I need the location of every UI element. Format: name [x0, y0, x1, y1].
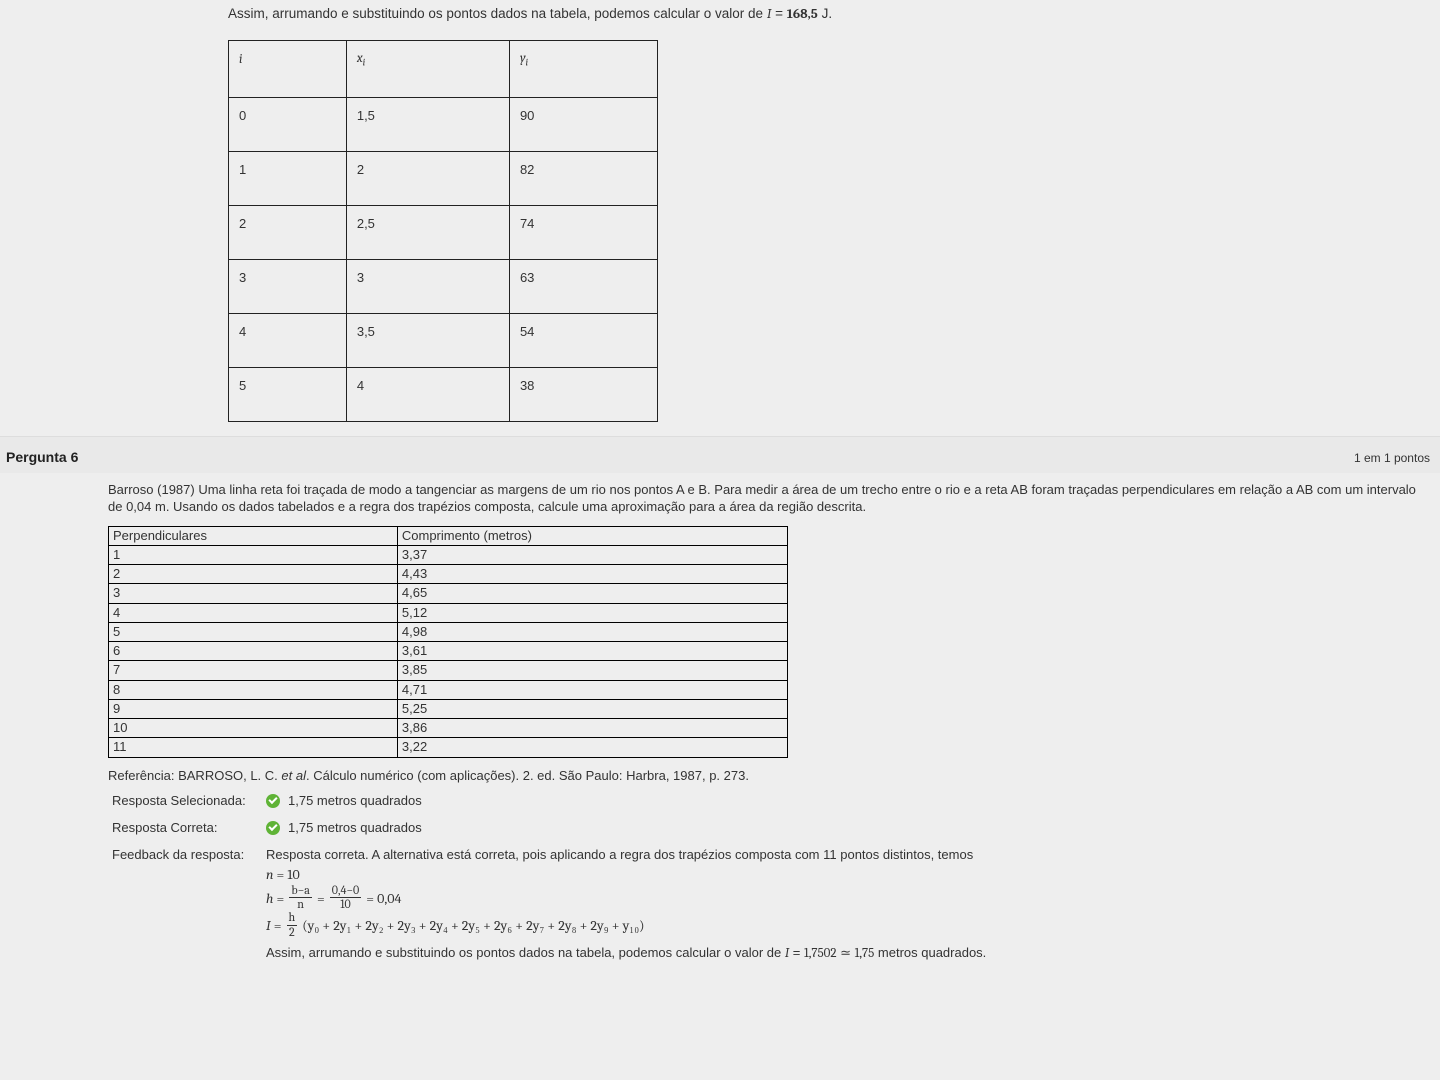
- intro-text: Assim, arrumando e substituindo os ponto…: [228, 6, 767, 21]
- table-row: 43,554: [229, 313, 658, 367]
- equals-sign: =: [775, 6, 787, 21]
- integral-result-sentence: Assim, arrumando e substituindo os ponto…: [228, 6, 1440, 22]
- table-row: 3363: [229, 259, 658, 313]
- math-line-I: I = h2 (y₀ + 2y₁ + 2y₂ + 2y₃ + 2y₄ + 2y₅…: [266, 913, 1432, 940]
- question-prompt: Barroso (1987) Uma linha reta foi traçad…: [108, 481, 1428, 516]
- question-6-header: Pergunta 6 1 em 1 pontos: [0, 436, 1440, 473]
- table-row: 54,98: [109, 622, 788, 641]
- feedback-math: n = 10 h = b−an = 0,4−010 = 0,04 I = h2 …: [266, 862, 1432, 965]
- prev-question-feedback-tail: Assim, arrumando e substituindo os ponto…: [0, 0, 1440, 436]
- feedback-intro: Resposta correta. A alternativa está cor…: [266, 847, 1432, 862]
- table-row: 63,61: [109, 642, 788, 661]
- answer-block: Resposta Selecionada: 1,75 metros quadra…: [112, 793, 1432, 965]
- symbol-I: I: [767, 7, 771, 22]
- col-yi: yi: [509, 41, 657, 98]
- table-row: 34,65: [109, 584, 788, 603]
- col-comprimento: Comprimento (metros): [397, 526, 787, 545]
- table-row: 84,71: [109, 680, 788, 699]
- math-line-h: h = b−an = 0,4−010 = 0,04: [266, 886, 1432, 913]
- check-circle-icon: [266, 794, 280, 808]
- selected-answer-label: Resposta Selecionada:: [112, 793, 262, 808]
- table-row: 45,12: [109, 603, 788, 622]
- table-row: 1282: [229, 151, 658, 205]
- col-perpendiculares: Perpendiculares: [109, 526, 398, 545]
- table-header-row: Perpendiculares Comprimento (metros): [109, 526, 788, 545]
- question-points: 1 em 1 pontos: [1354, 451, 1434, 465]
- table-row: 13,37: [109, 545, 788, 564]
- question-title: Pergunta 6: [6, 449, 78, 465]
- xi-yi-table: i xi yi 01,590 1282 22,574 3363 43,554 5…: [228, 40, 658, 422]
- col-xi: xi: [346, 41, 509, 98]
- table-row: 95,25: [109, 699, 788, 718]
- integral-value: 168,5: [787, 7, 818, 22]
- table-row: 22,574: [229, 205, 658, 259]
- table-row: 5438: [229, 367, 658, 421]
- table-row: 113,22: [109, 738, 788, 757]
- math-line-n: n = 10: [266, 864, 1432, 886]
- feedback-label: Feedback da resposta:: [112, 847, 262, 965]
- table-row: 01,590: [229, 97, 658, 151]
- question-6-body: Barroso (1987) Uma linha reta foi traçad…: [0, 473, 1440, 973]
- feedback-content: Resposta correta. A alternativa está cor…: [266, 847, 1432, 965]
- perpendiculares-table: Perpendiculares Comprimento (metros) 13,…: [108, 526, 788, 758]
- table-row: 24,43: [109, 565, 788, 584]
- table-header-row: i xi yi: [229, 41, 658, 98]
- check-circle-icon: [266, 821, 280, 835]
- selected-answer-value: 1,75 metros quadrados: [266, 793, 1432, 808]
- correct-answer-label: Resposta Correta:: [112, 820, 262, 835]
- col-i: i: [229, 41, 347, 98]
- reference-citation: Referência: BARROSO, L. C. et al. Cálcul…: [108, 768, 1432, 783]
- unit-J: J.: [822, 6, 833, 21]
- table-row: 103,86: [109, 719, 788, 738]
- feedback-final-sentence: Assim, arrumando e substituindo os ponto…: [266, 943, 1432, 965]
- table-row: 73,85: [109, 661, 788, 680]
- correct-answer-value: 1,75 metros quadrados: [266, 820, 1432, 835]
